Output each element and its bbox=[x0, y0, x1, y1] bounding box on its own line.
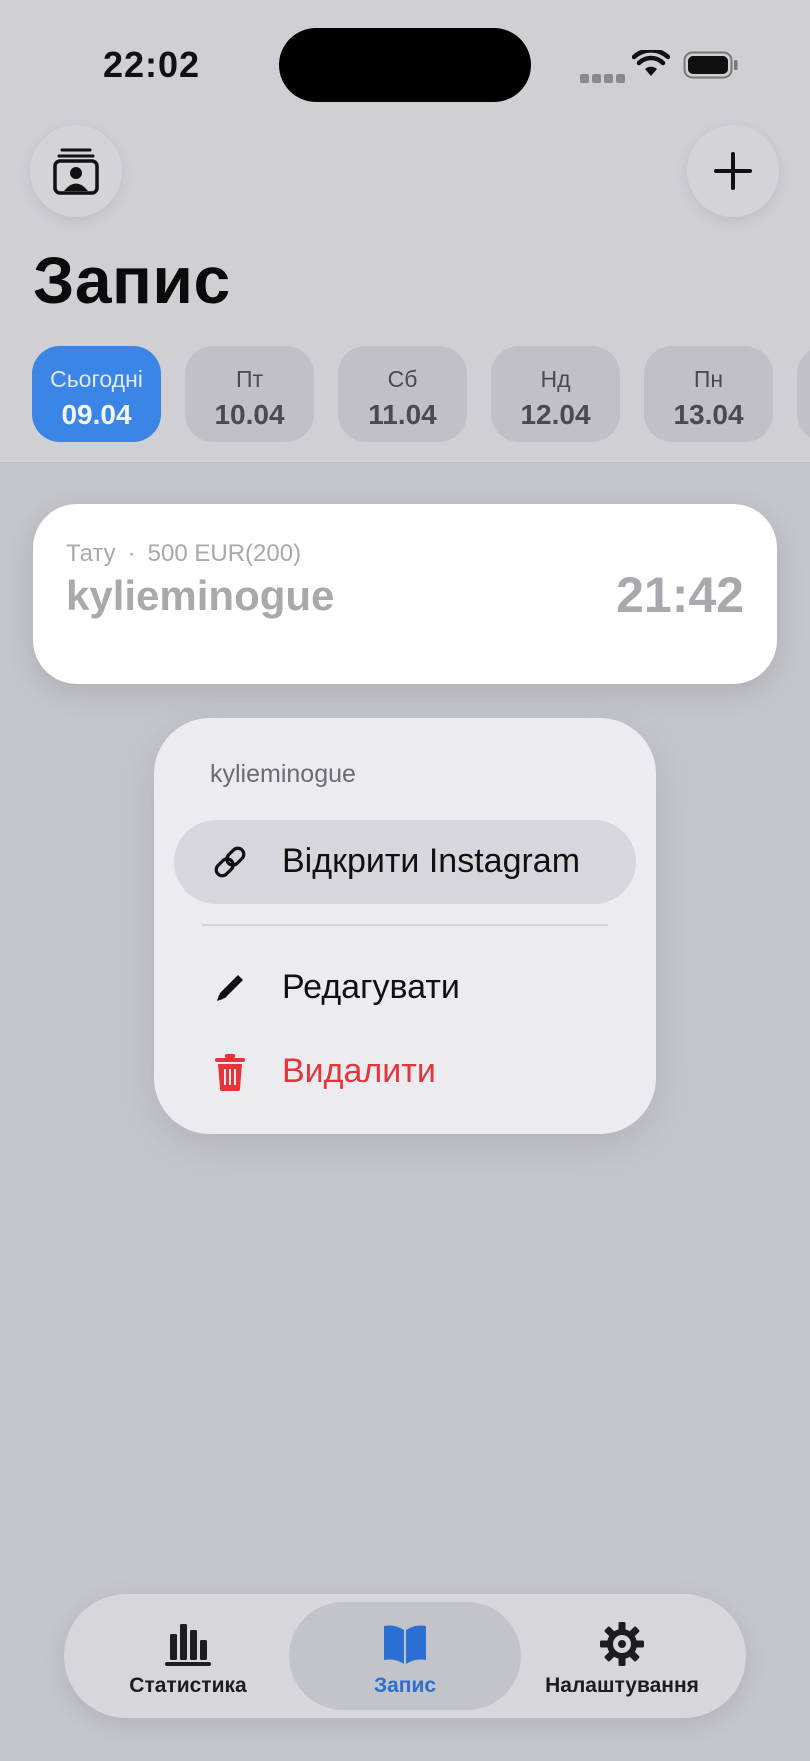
context-menu: kylieminogue Відкрити Instagram Редагува… bbox=[154, 718, 656, 1134]
date-chip-monday[interactable]: Пн 13.04 bbox=[644, 346, 773, 442]
context-menu-title: kylieminogue bbox=[210, 760, 356, 788]
edit-menu-item[interactable]: Редагувати bbox=[174, 946, 636, 1030]
date-chip-day: Сьогодні bbox=[50, 366, 143, 392]
add-button[interactable] bbox=[687, 125, 779, 217]
status-bar: 22:02 bbox=[0, 0, 810, 130]
date-chip-date: 09.04 bbox=[61, 399, 132, 430]
contacts-button[interactable] bbox=[30, 125, 122, 217]
trash-icon bbox=[215, 1054, 245, 1091]
tab-statistics[interactable]: Статистика bbox=[72, 1602, 304, 1710]
meta-separator: · bbox=[127, 540, 136, 567]
chart-icon bbox=[165, 1624, 211, 1666]
date-chip-day: Пт bbox=[235, 366, 264, 392]
battery-icon bbox=[683, 51, 738, 79]
menu-item-label: Редагувати bbox=[282, 968, 460, 1006]
appointment-card[interactable]: Тату · 500 EUR(200) kylieminogue 21:42 bbox=[33, 504, 777, 684]
link-icon bbox=[214, 846, 246, 878]
plus-icon bbox=[714, 152, 752, 190]
menu-item-label: Видалити bbox=[282, 1052, 436, 1090]
date-chip-sunday[interactable]: Нд 12.04 bbox=[491, 346, 620, 442]
tab-bar: Статистика Запис Налаштування bbox=[64, 1594, 746, 1718]
date-chip-date: 12.04 bbox=[520, 399, 591, 430]
delete-menu-item[interactable]: Видалити bbox=[174, 1030, 636, 1114]
menu-divider bbox=[202, 924, 608, 926]
date-chip-friday[interactable]: Пт 10.04 bbox=[185, 346, 314, 442]
date-chip-date: 10.04 bbox=[214, 399, 285, 430]
dynamic-island bbox=[279, 28, 531, 102]
open-instagram-menu-item[interactable]: Відкрити Instagram bbox=[174, 820, 636, 904]
status-time: 22:02 bbox=[103, 44, 201, 85]
cellular-signal-icon bbox=[580, 70, 628, 88]
tab-label: Статистика bbox=[129, 1674, 247, 1697]
date-strip[interactable]: Сьогодні 09.04 Пт 10.04 Сб 11.04 Нд 12.0… bbox=[32, 346, 810, 442]
book-icon bbox=[384, 1625, 426, 1664]
menu-item-label: Відкрити Instagram bbox=[282, 842, 581, 880]
date-chip-day: Нд bbox=[540, 366, 571, 392]
date-chip-saturday[interactable]: Сб 11.04 bbox=[338, 346, 467, 442]
appointment-time: 21:42 bbox=[616, 567, 744, 623]
pencil-icon bbox=[217, 975, 243, 1001]
page-title: Запис bbox=[33, 243, 231, 317]
date-chip-date: 11.04 bbox=[368, 399, 437, 430]
appointment-service: Тату bbox=[66, 540, 116, 567]
date-chip-day: Пн bbox=[693, 366, 724, 392]
date-chip-next[interactable] bbox=[797, 346, 810, 442]
contacts-icon bbox=[53, 148, 99, 195]
appointment-meta: Тату · 500 EUR(200) bbox=[66, 540, 301, 568]
date-chip-day: Сб bbox=[387, 366, 418, 392]
tab-records[interactable]: Запис bbox=[289, 1602, 521, 1710]
appointment-price: 500 EUR(200) bbox=[147, 540, 302, 567]
gear-icon bbox=[600, 1622, 644, 1666]
appointment-client: kylieminogue bbox=[66, 572, 335, 619]
date-chip-today[interactable]: Сьогодні 09.04 bbox=[32, 346, 161, 442]
tab-label: Запис bbox=[373, 1674, 437, 1697]
wifi-icon bbox=[632, 50, 670, 76]
tab-label: Налаштування bbox=[545, 1674, 699, 1697]
tab-settings[interactable]: Налаштування bbox=[506, 1602, 738, 1710]
date-chip-date: 13.04 bbox=[673, 399, 744, 430]
